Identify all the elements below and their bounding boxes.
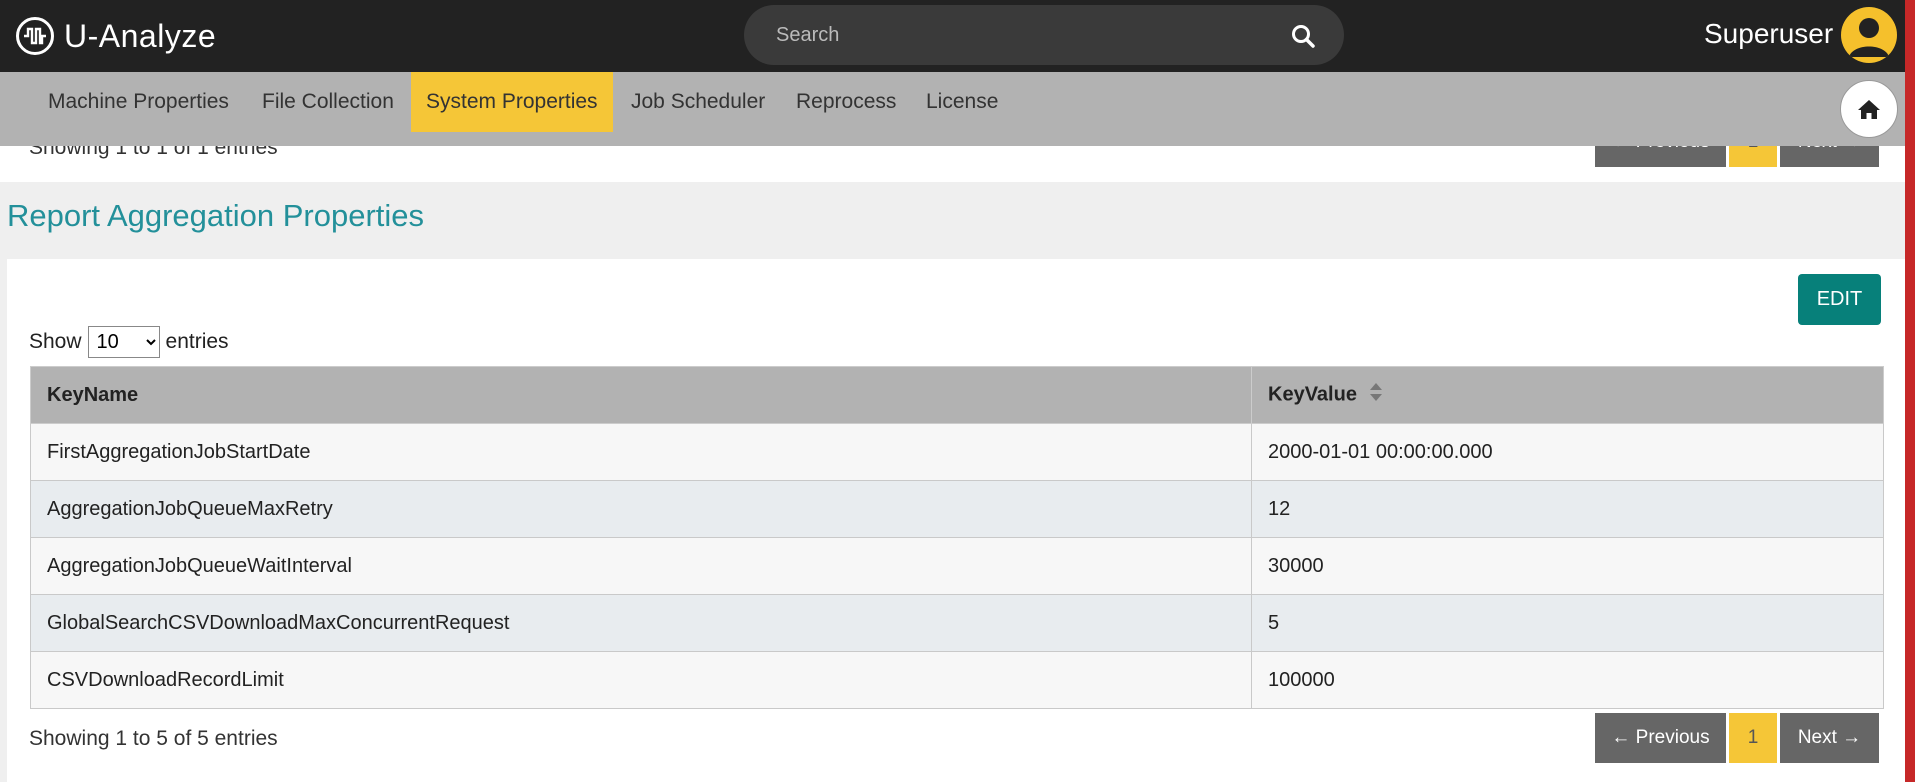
nav-item-system-properties[interactable]: System Properties bbox=[411, 72, 613, 132]
key-value-cell: 30000 bbox=[1251, 537, 1884, 595]
waveform-logo-icon bbox=[16, 17, 54, 55]
key-value-cell: 12 bbox=[1251, 480, 1884, 538]
table-row: CSVDownloadRecordLimit 100000 bbox=[30, 651, 1884, 709]
search-input[interactable] bbox=[776, 5, 1256, 65]
key-name-cell: GlobalSearchCSVDownloadMaxConcurrentRequ… bbox=[30, 594, 1252, 652]
nav-item-reprocess[interactable]: Reprocess bbox=[781, 72, 911, 132]
key-name-cell: FirstAggregationJobStartDate bbox=[30, 423, 1252, 481]
table-row: FirstAggregationJobStartDate 2000-01-01 … bbox=[30, 423, 1884, 481]
column-header-keyname[interactable]: KeyName bbox=[30, 366, 1252, 424]
show-label: Show bbox=[29, 330, 82, 353]
main-nav: Machine Properties File Collection Syste… bbox=[0, 72, 1905, 146]
key-value-cell: 5 bbox=[1251, 594, 1884, 652]
key-name-cell: CSVDownloadRecordLimit bbox=[30, 651, 1252, 709]
search-box[interactable] bbox=[744, 5, 1344, 65]
column-header-keyvalue[interactable]: KeyValue bbox=[1251, 366, 1884, 424]
top-header: U-Analyze Superuser bbox=[0, 0, 1905, 72]
user-avatar-icon[interactable] bbox=[1841, 7, 1897, 63]
page-number[interactable]: 1 bbox=[1729, 713, 1777, 763]
pagination: ← Previous 1 Next → bbox=[1595, 713, 1882, 763]
home-button[interactable] bbox=[1840, 80, 1898, 138]
nav-item-file-collection[interactable]: File Collection bbox=[247, 72, 409, 132]
key-name-cell: AggregationJobQueueMaxRetry bbox=[30, 480, 1252, 538]
app-title: U-Analyze bbox=[64, 17, 217, 54]
properties-table: KeyName KeyValue FirstAggregationJobStar… bbox=[30, 366, 1884, 709]
nav-item-machine-properties[interactable]: Machine Properties bbox=[33, 72, 244, 132]
window-edge bbox=[1905, 0, 1915, 782]
table-row: AggregationJobQueueMaxRetry 12 bbox=[30, 480, 1884, 538]
page-length-select[interactable]: 10 bbox=[87, 326, 160, 358]
previous-page-button[interactable]: ← Previous bbox=[1595, 713, 1726, 763]
section-title: Report Aggregation Properties bbox=[7, 198, 425, 233]
table-header-row: KeyName KeyValue bbox=[30, 366, 1884, 424]
table-row: GlobalSearchCSVDownloadMaxConcurrentRequ… bbox=[30, 594, 1884, 652]
key-value-cell: 100000 bbox=[1251, 651, 1884, 709]
entries-info: Showing 1 to 5 of 5 entries bbox=[29, 727, 278, 750]
nav-item-license[interactable]: License bbox=[911, 72, 1013, 132]
key-value-cell: 2000-01-01 00:00:00.000 bbox=[1251, 423, 1884, 481]
nav-item-job-scheduler[interactable]: Job Scheduler bbox=[616, 72, 780, 132]
next-page-button[interactable]: Next → bbox=[1780, 713, 1879, 763]
key-name-cell: AggregationJobQueueWaitInterval bbox=[30, 537, 1252, 595]
page-length-control: Show 10 entries bbox=[29, 326, 229, 358]
table-row: AggregationJobQueueWaitInterval 30000 bbox=[30, 537, 1884, 595]
search-icon[interactable] bbox=[1290, 23, 1316, 49]
user-name[interactable]: Superuser bbox=[1704, 18, 1833, 50]
home-icon bbox=[1858, 100, 1880, 119]
app-logo[interactable]: U-Analyze bbox=[16, 14, 216, 58]
entries-label: entries bbox=[165, 330, 229, 353]
sort-icon[interactable] bbox=[1369, 382, 1383, 408]
edit-button[interactable]: EDIT bbox=[1798, 274, 1881, 325]
